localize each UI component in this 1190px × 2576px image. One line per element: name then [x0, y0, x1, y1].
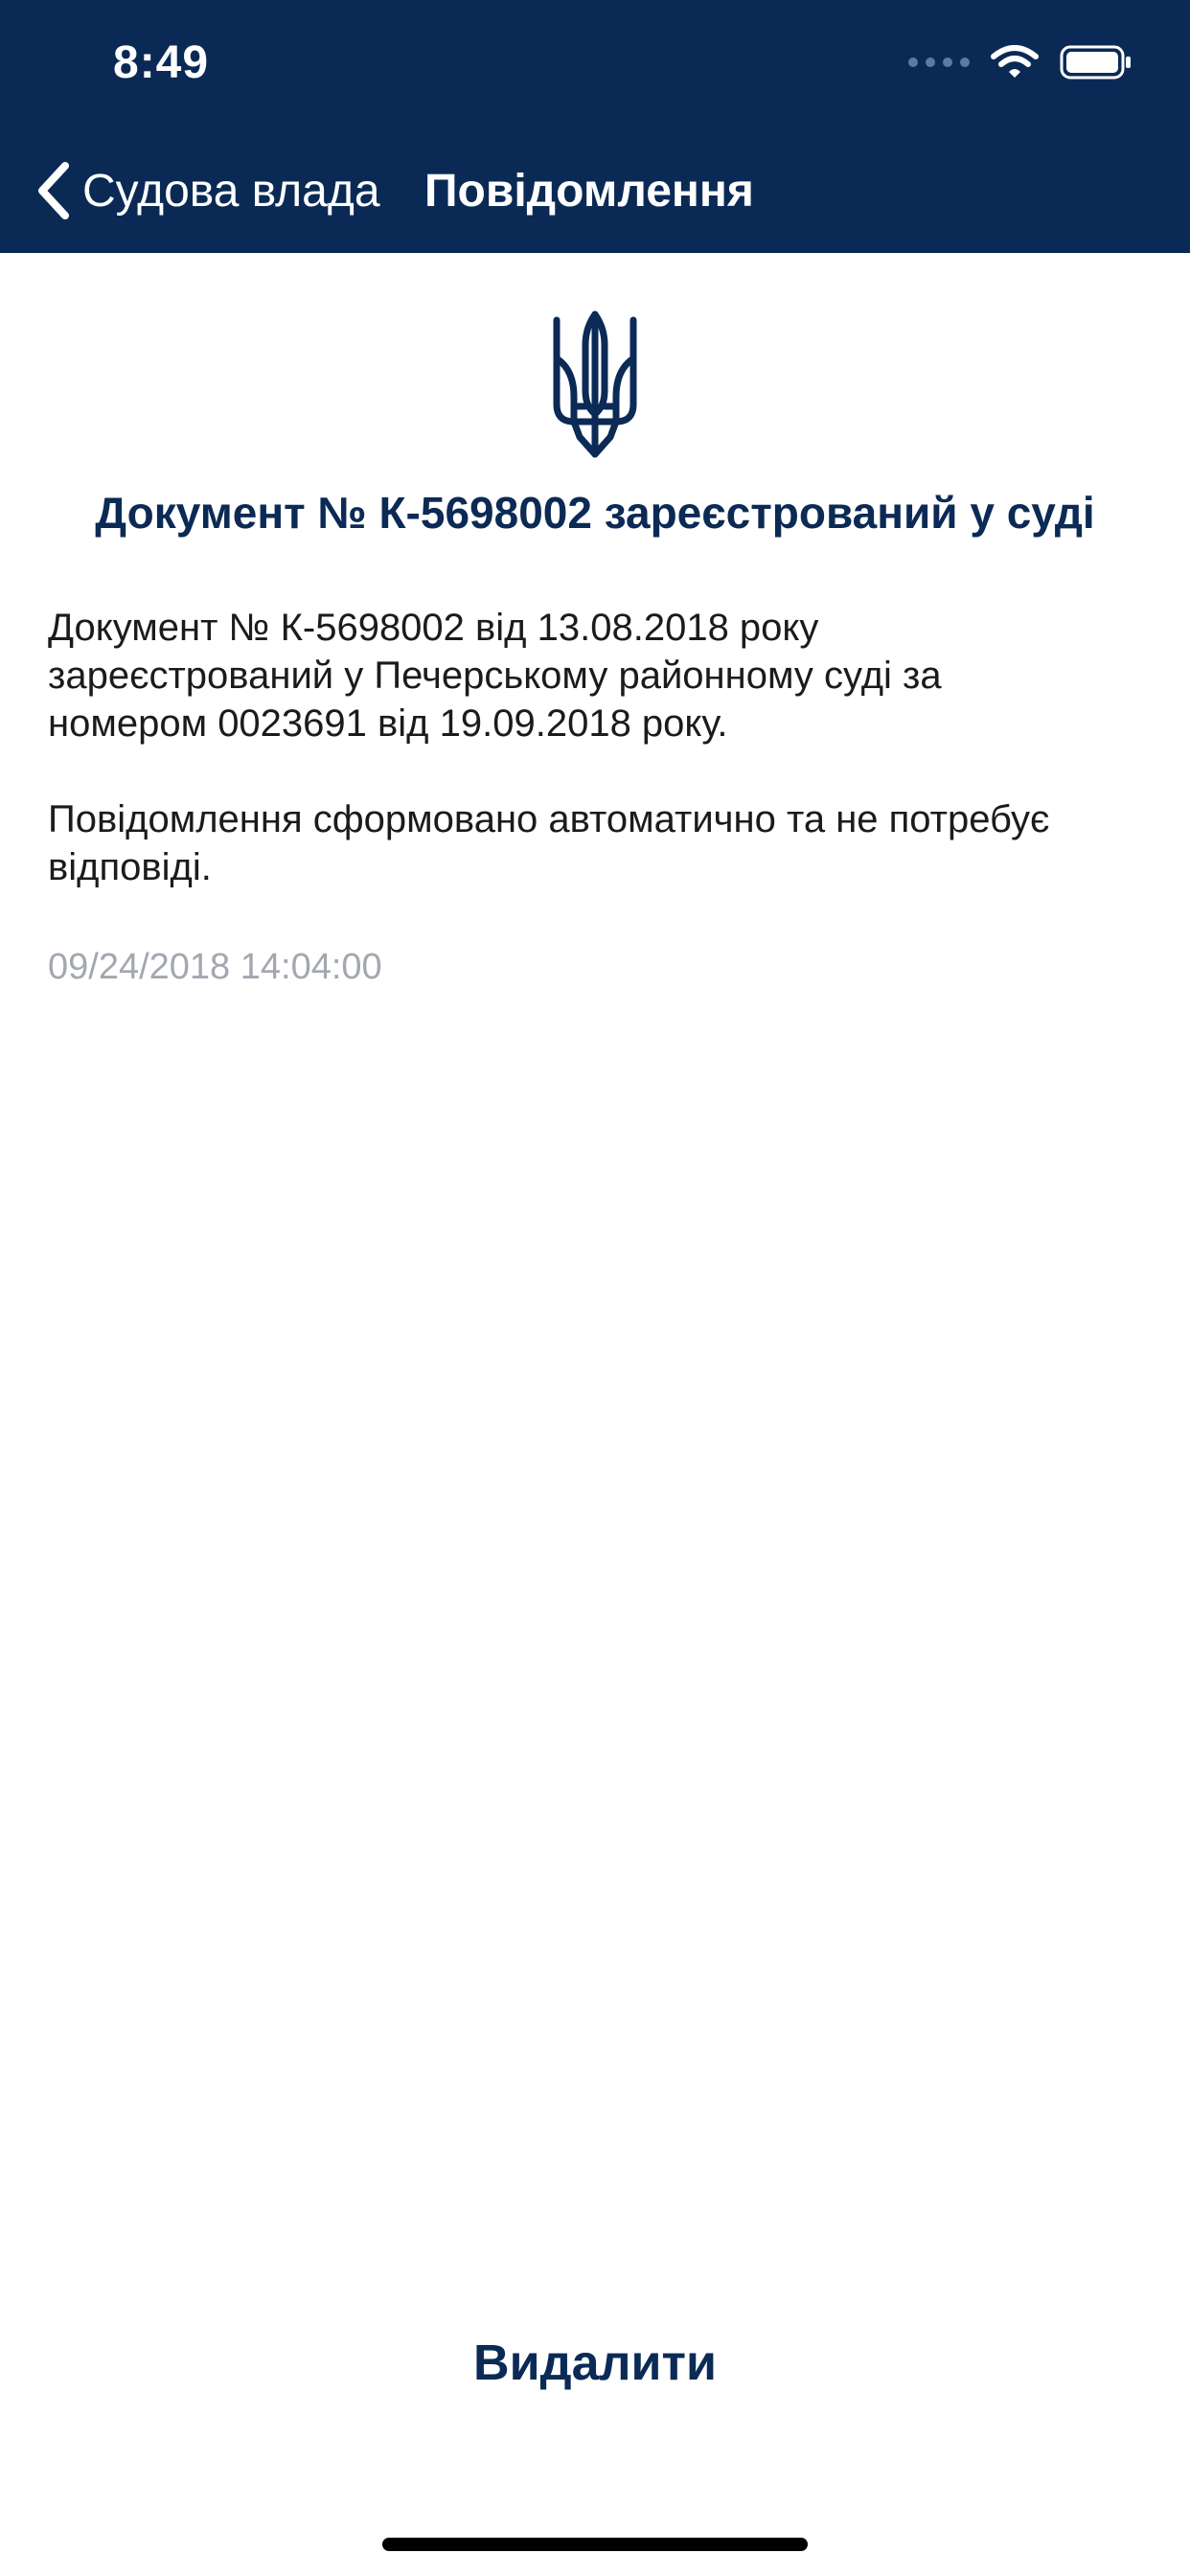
- back-button-label: Судова влада: [82, 165, 380, 217]
- battery-icon: [1060, 45, 1131, 80]
- page-title: Повідомлення: [424, 166, 754, 217]
- message-body-paragraph-2: Повідомлення сформовано автоматично та н…: [48, 798, 1050, 888]
- message-body-paragraph-1: Документ № К-5698002 від 13.08.2018 року…: [48, 607, 942, 745]
- cellular-signal-icon: [908, 58, 970, 67]
- wifi-icon: [991, 45, 1039, 78]
- message-timestamp: 09/24/2018 14:04:00: [48, 947, 382, 987]
- status-icons: [908, 40, 1133, 84]
- delete-button[interactable]: Видалити: [403, 2325, 787, 2402]
- navigation-bar: Судова влада Повідомлення: [0, 144, 1190, 240]
- status-time: 8:49: [113, 37, 210, 88]
- trident-emblem-icon: [553, 310, 637, 458]
- back-button[interactable]: Судова влада: [34, 157, 380, 224]
- chevron-left-icon: [38, 162, 69, 219]
- message-title: Документ № К-5698002 зареєстрований у су…: [95, 488, 1095, 538]
- home-indicator[interactable]: [382, 2538, 808, 2551]
- top-bar: 8:49 Судова влада Повідомлення: [0, 0, 1190, 253]
